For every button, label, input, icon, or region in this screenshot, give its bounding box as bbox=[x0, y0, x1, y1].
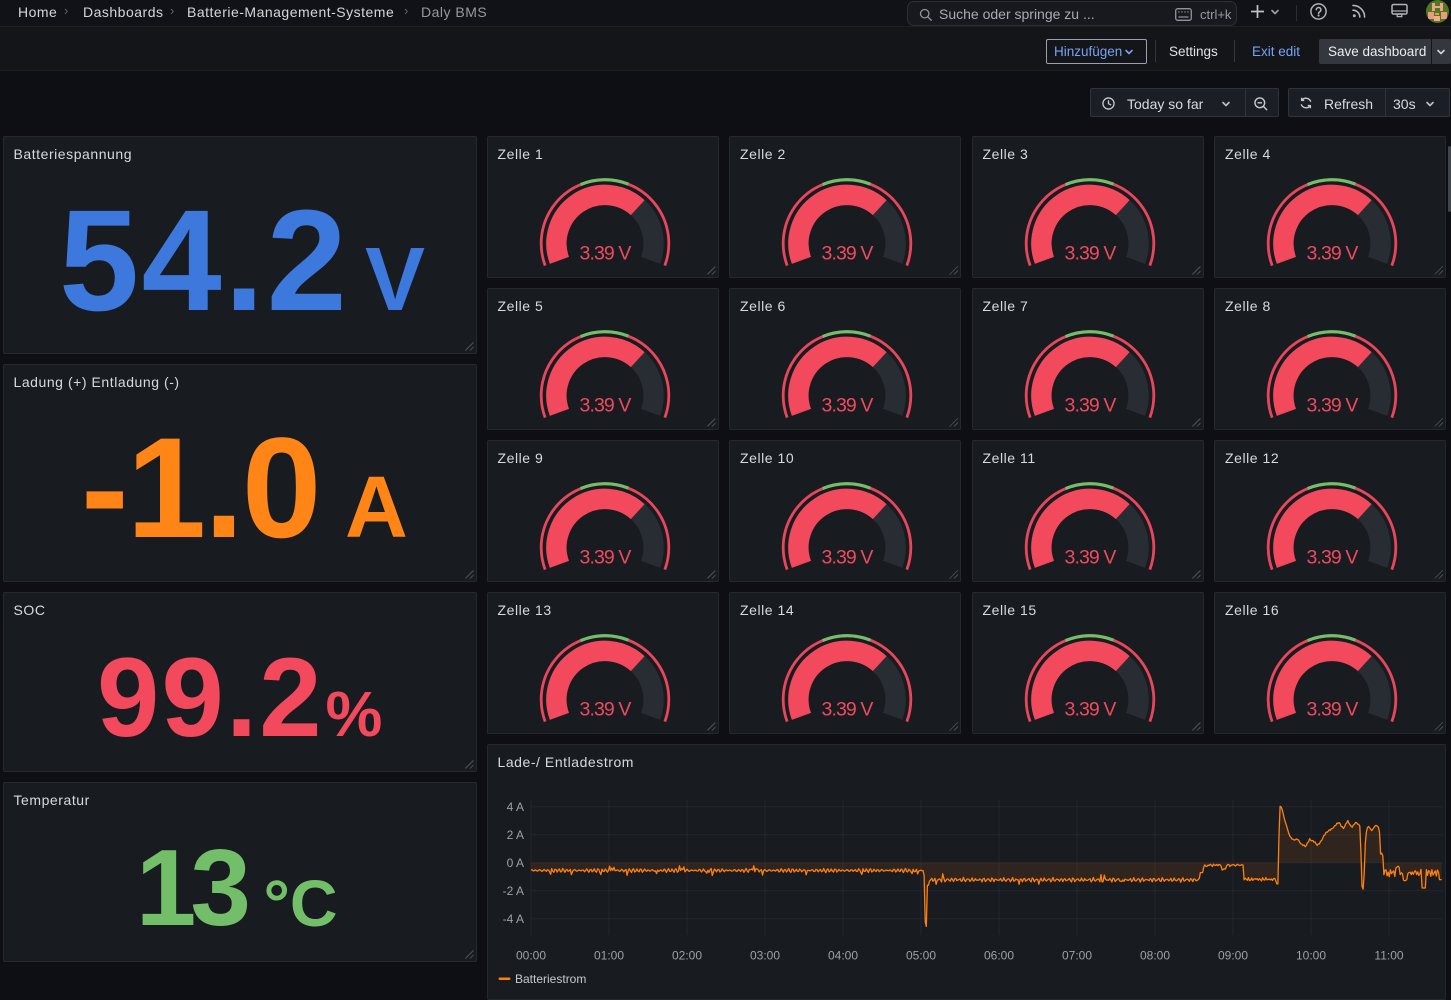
svg-text:3.39 V: 3.39 V bbox=[579, 242, 631, 264]
svg-text:3.39 V: 3.39 V bbox=[1307, 394, 1359, 416]
svg-text:06:00: 06:00 bbox=[983, 948, 1013, 962]
svg-text:Batteriestrom: Batteriestrom bbox=[515, 972, 586, 986]
svg-text:-4 A: -4 A bbox=[502, 911, 523, 925]
svg-text:3.39 V: 3.39 V bbox=[1064, 698, 1116, 720]
svg-text:3.39 V: 3.39 V bbox=[1064, 546, 1116, 568]
svg-text:03:00: 03:00 bbox=[749, 948, 779, 962]
svg-text:10:00: 10:00 bbox=[1295, 948, 1325, 962]
svg-text:3.39 V: 3.39 V bbox=[1307, 698, 1359, 720]
svg-text:-2 A: -2 A bbox=[502, 883, 523, 897]
svg-text:09:00: 09:00 bbox=[1217, 948, 1247, 962]
svg-text:3.39 V: 3.39 V bbox=[1307, 546, 1359, 568]
svg-text:11:00: 11:00 bbox=[1374, 948, 1403, 962]
svg-text:01:00: 01:00 bbox=[593, 948, 623, 962]
svg-text:04:00: 04:00 bbox=[827, 948, 857, 962]
svg-text:3.39 V: 3.39 V bbox=[579, 394, 631, 416]
svg-text:05:00: 05:00 bbox=[905, 948, 935, 962]
svg-text:3.39 V: 3.39 V bbox=[579, 698, 631, 720]
svg-text:3.39 V: 3.39 V bbox=[1307, 242, 1359, 264]
svg-text:3.39 V: 3.39 V bbox=[822, 546, 874, 568]
svg-text:3.39 V: 3.39 V bbox=[822, 698, 874, 720]
svg-text:00:00: 00:00 bbox=[515, 948, 545, 962]
svg-text:3.39 V: 3.39 V bbox=[822, 394, 874, 416]
svg-text:3.39 V: 3.39 V bbox=[1064, 394, 1116, 416]
svg-text:3.39 V: 3.39 V bbox=[1064, 242, 1116, 264]
svg-text:07:00: 07:00 bbox=[1061, 948, 1091, 962]
svg-text:02:00: 02:00 bbox=[671, 948, 701, 962]
svg-text:0 A: 0 A bbox=[506, 855, 523, 869]
svg-text:3.39 V: 3.39 V bbox=[579, 546, 631, 568]
svg-text:08:00: 08:00 bbox=[1139, 948, 1169, 962]
svg-text:3.39 V: 3.39 V bbox=[822, 242, 874, 264]
svg-text:4 A: 4 A bbox=[506, 799, 523, 813]
svg-text:2 A: 2 A bbox=[506, 827, 523, 841]
